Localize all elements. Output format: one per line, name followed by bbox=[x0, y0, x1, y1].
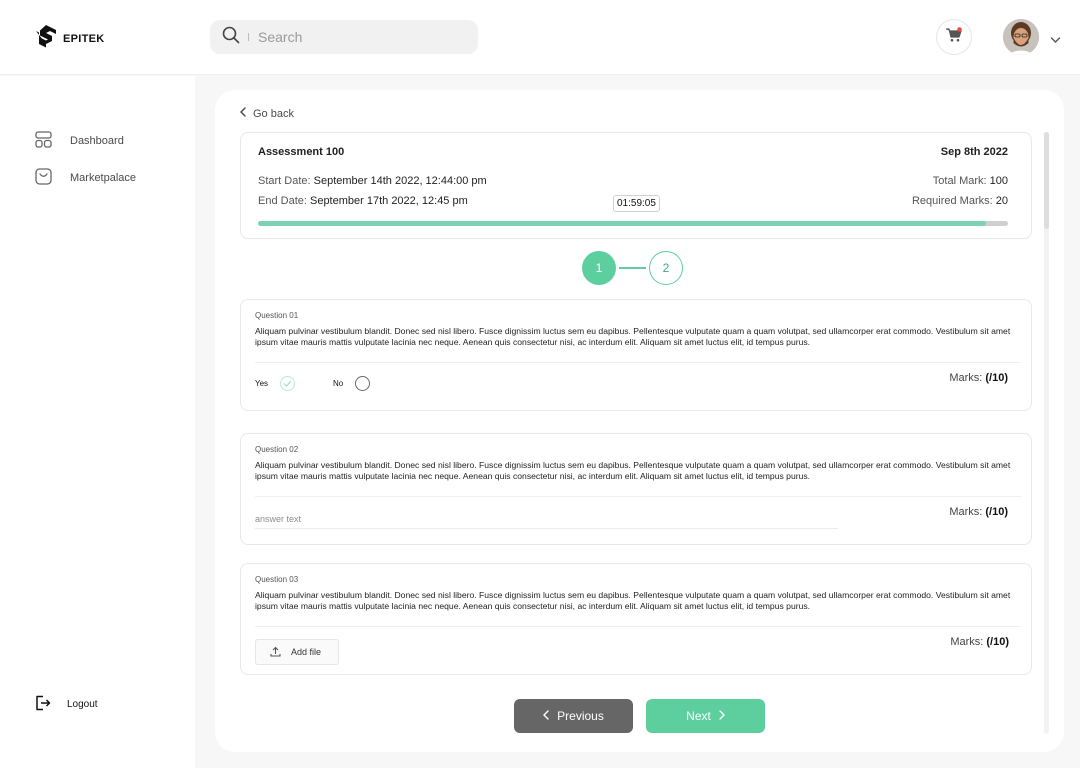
option-yes[interactable]: Yes bbox=[255, 376, 296, 391]
add-file-button[interactable]: Add file bbox=[255, 639, 339, 665]
logout-button[interactable]: Logout bbox=[35, 695, 98, 714]
question-card-1: Question 01 Aliquam pulvinar vestibulum … bbox=[240, 299, 1032, 411]
option-label: Yes bbox=[255, 379, 269, 388]
question-card-3: Question 03 Aliquam pulvinar vestibulum … bbox=[240, 563, 1032, 675]
radio-unchecked[interactable] bbox=[355, 376, 371, 391]
option-no[interactable]: No bbox=[333, 376, 371, 391]
next-button[interactable]: Next bbox=[646, 699, 765, 733]
assessment-date: Sep 8th 2022 bbox=[940, 146, 1008, 158]
marks-value: (/10) bbox=[985, 506, 1008, 518]
logout-icon bbox=[35, 695, 51, 714]
question-label: Question 03 bbox=[255, 575, 299, 584]
required-marks-label: Required Marks: bbox=[911, 195, 993, 207]
search-icon bbox=[222, 26, 240, 49]
search-bar[interactable] bbox=[210, 20, 478, 54]
go-back-link[interactable]: Go back bbox=[240, 107, 294, 120]
dashboard-icon bbox=[35, 131, 52, 151]
sidebar-item-marketplace[interactable]: Marketpalace bbox=[35, 168, 136, 188]
sidebar-item-dashboard[interactable]: Dashboard bbox=[35, 131, 124, 151]
end-date-label: End Date: bbox=[258, 195, 307, 207]
progress-bar bbox=[258, 221, 1008, 226]
add-file-label: Add file bbox=[291, 647, 322, 657]
marks: Marks: (/10) bbox=[949, 372, 1008, 384]
option-label: No bbox=[333, 379, 344, 388]
marks-value: (/10) bbox=[986, 636, 1009, 648]
sidebar-item-label: Dashboard bbox=[70, 135, 124, 147]
step-connector bbox=[619, 267, 646, 269]
assessment-info-card: Assessment 100 Sep 8th 2022 Start Date: … bbox=[240, 132, 1032, 239]
chevron-left-icon bbox=[543, 709, 549, 723]
chevron-left-icon bbox=[240, 107, 246, 120]
total-mark-label: Total Mark: bbox=[932, 175, 987, 187]
sidebar-item-label: Marketpalace bbox=[70, 172, 137, 184]
marketplace-icon bbox=[35, 168, 52, 188]
question-text: Aliquam pulvinar vestibulum blandit. Don… bbox=[255, 590, 1011, 611]
cart-button[interactable] bbox=[936, 19, 972, 55]
previous-button[interactable]: Previous bbox=[514, 699, 633, 733]
step-1[interactable]: 1 bbox=[582, 251, 616, 285]
scrollbar[interactable] bbox=[1044, 132, 1049, 734]
divider bbox=[255, 362, 1021, 363]
marks-label: Marks: bbox=[949, 506, 983, 518]
question-label: Question 02 bbox=[255, 445, 299, 454]
question-card-2: Question 02 Aliquam pulvinar vestibulum … bbox=[240, 433, 1032, 545]
search-divider bbox=[248, 33, 249, 41]
start-date-label: Start Date: bbox=[258, 175, 311, 187]
required-marks-value: 20 bbox=[995, 195, 1008, 207]
assessment-title: Assessment 100 bbox=[258, 146, 345, 158]
avatar[interactable] bbox=[1003, 19, 1039, 55]
start-date-value: September 14th 2022, 12:44:00 pm bbox=[313, 175, 487, 187]
top-bar: EPITEK bbox=[0, 0, 1080, 75]
logout-label: Logout bbox=[67, 699, 98, 710]
upload-icon bbox=[270, 646, 281, 659]
start-date: Start Date: September 14th 2022, 12:44:0… bbox=[258, 175, 487, 187]
chevron-down-icon[interactable] bbox=[1050, 31, 1061, 49]
cart-icon bbox=[945, 26, 963, 48]
previous-label: Previous bbox=[557, 709, 604, 723]
end-date-value: September 17th 2022, 12:45 pm bbox=[309, 195, 468, 207]
step-2[interactable]: 2 bbox=[649, 251, 683, 285]
scrollbar-thumb[interactable] bbox=[1044, 132, 1049, 229]
required-marks: Required Marks: 20 bbox=[912, 195, 1008, 207]
next-label: Next bbox=[686, 709, 711, 723]
divider bbox=[255, 496, 1021, 497]
search-input[interactable] bbox=[258, 29, 458, 45]
total-mark: Total Mark: 100 bbox=[933, 175, 1008, 187]
logo[interactable]: EPITEK bbox=[35, 24, 105, 53]
epitek-logo-icon bbox=[35, 24, 57, 53]
marks: Marks: (/10) bbox=[949, 506, 1008, 518]
total-mark-value: 100 bbox=[989, 175, 1008, 187]
question-text: Aliquam pulvinar vestibulum blandit. Don… bbox=[255, 326, 1011, 347]
go-back-label: Go back bbox=[253, 107, 294, 120]
marks-label: Marks: bbox=[950, 636, 984, 648]
question-text: Aliquam pulvinar vestibulum blandit. Don… bbox=[255, 460, 1011, 481]
progress-fill bbox=[258, 221, 986, 226]
question-label: Question 01 bbox=[255, 311, 299, 320]
countdown-timer: 01:59:05 bbox=[613, 195, 660, 212]
check-icon bbox=[283, 380, 292, 387]
marks: Marks: (/10) bbox=[950, 636, 1009, 648]
marks-value: (/10) bbox=[985, 372, 1008, 384]
end-date: End Date: September 17th 2022, 12:45 pm bbox=[258, 195, 468, 207]
divider bbox=[255, 626, 1021, 627]
marks-label: Marks: bbox=[949, 372, 983, 384]
radio-checked[interactable] bbox=[280, 376, 296, 391]
step-indicator: 1 2 bbox=[582, 251, 683, 285]
main-panel: Go back Assessment 100 Sep 8th 2022 Star… bbox=[215, 90, 1064, 752]
sidebar: Dashboard Marketpalace Logout bbox=[0, 76, 195, 768]
brand-name: EPITEK bbox=[63, 32, 105, 45]
chevron-right-icon bbox=[719, 709, 725, 723]
answer-input[interactable] bbox=[255, 509, 838, 529]
